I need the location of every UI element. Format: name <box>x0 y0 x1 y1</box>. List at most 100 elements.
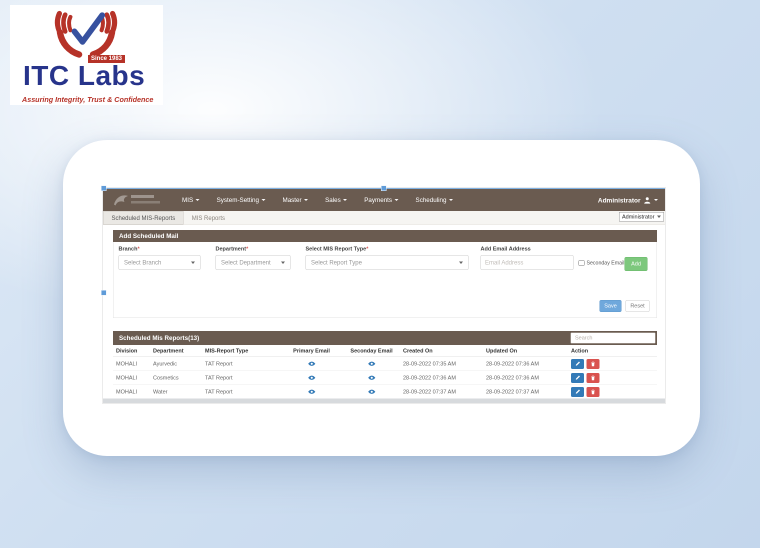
cell-updated-on: 28-09-2022 07:36 AM <box>486 361 571 367</box>
edit-button[interactable] <box>571 373 584 383</box>
cell-created-on: 28-09-2022 07:35 AM <box>403 361 486 367</box>
chevron-down-icon <box>395 199 399 201</box>
menu-payments[interactable]: Payments <box>364 197 398 204</box>
trash-icon <box>591 375 596 381</box>
report-type-select[interactable]: Select Report Type <box>306 255 469 270</box>
selection-handle <box>102 186 107 191</box>
main-menu: MIS System-Setting Master Sales Payments… <box>182 197 453 204</box>
chevron-down-icon <box>449 199 453 201</box>
pencil-icon <box>575 361 581 367</box>
menu-sales[interactable]: Sales <box>325 197 347 204</box>
cell-department: Ayurvedic <box>153 361 205 367</box>
cell-division: MOHALI <box>116 361 153 367</box>
required-mark: * <box>246 246 248 252</box>
email-field-group: Add Email Address <box>481 246 574 270</box>
menu-master[interactable]: Master <box>283 197 309 204</box>
selection-handle <box>382 186 387 191</box>
secondary-email-eye[interactable] <box>340 389 403 395</box>
pencil-icon <box>575 389 581 395</box>
cell-action <box>571 387 657 397</box>
search-input[interactable] <box>571 333 656 344</box>
cell-action <box>571 373 657 383</box>
add-scheduled-mail-panel: Add Scheduled Mail Branch* Select Branch… <box>113 230 657 318</box>
brand-logo <box>110 192 169 209</box>
company-name: ITC Labs <box>23 60 145 92</box>
add-button[interactable]: Add <box>625 257 648 271</box>
edit-button[interactable] <box>571 387 584 397</box>
primary-email-eye[interactable] <box>283 375 340 381</box>
company-logo: Since 1983 ITC Labs Assuring Integrity, … <box>10 5 163 105</box>
eye-icon <box>367 375 376 381</box>
chevron-down-icon <box>343 199 347 201</box>
email-input[interactable] <box>481 255 574 270</box>
user-name: Administrator <box>598 196 641 204</box>
chevron-down-icon <box>262 199 266 201</box>
menu-mis[interactable]: MIS <box>182 197 200 204</box>
required-mark: * <box>366 246 368 252</box>
cell-department: Water <box>153 389 205 395</box>
delete-button[interactable] <box>587 373 600 383</box>
hands-check-logo-icon <box>40 6 132 58</box>
department-field: Department* Select Department <box>216 246 291 270</box>
secondary-email-eye[interactable] <box>340 361 403 367</box>
chevron-down-icon <box>281 261 285 264</box>
user-icon <box>644 196 652 204</box>
eye-icon <box>307 389 316 395</box>
chevron-down-icon <box>654 199 658 201</box>
tab-scheduled-mis-reports[interactable]: Scheduled MIS-Reports <box>103 211 184 225</box>
cell-report-type: TAT Report <box>205 361 283 367</box>
edit-button[interactable] <box>571 359 584 369</box>
table-title: Scheduled Mis Reports(13) <box>119 335 199 342</box>
pencil-icon <box>575 375 581 381</box>
eye-icon <box>307 361 316 367</box>
save-button[interactable]: Save <box>600 300 622 312</box>
cell-created-on: 28-09-2022 07:36 AM <box>403 375 486 381</box>
department-select[interactable]: Select Department <box>216 255 291 270</box>
chevron-down-icon <box>459 261 463 264</box>
chevron-down-icon <box>191 261 195 264</box>
app-navbar: MIS System-Setting Master Sales Payments… <box>103 189 665 211</box>
chevron-down-icon <box>196 199 200 201</box>
eye-icon <box>367 389 376 395</box>
horizontal-scrollbar[interactable] <box>103 399 665 404</box>
cell-updated-on: 28-09-2022 07:36 AM <box>486 375 571 381</box>
selection-handle <box>102 291 107 296</box>
cell-action <box>571 359 657 369</box>
col-created-on: Created On <box>403 348 486 354</box>
secondary-email-eye[interactable] <box>340 375 403 381</box>
secondary-email-checkbox[interactable]: Seconday Email <box>579 260 625 266</box>
col-primary-email: Primary Email <box>283 348 340 354</box>
menu-scheduling[interactable]: Scheduling <box>416 197 453 204</box>
col-secondary-email: Seconday Email <box>340 348 403 354</box>
tab-bar: Scheduled MIS-Reports MIS Reports <box>103 211 665 225</box>
app-screenshot: MIS System-Setting Master Sales Payments… <box>103 188 665 403</box>
cell-report-type: TAT Report <box>205 389 283 395</box>
cell-created-on: 28-09-2022 07:37 AM <box>403 389 486 395</box>
delete-button[interactable] <box>587 387 600 397</box>
table-row: MOHALI Ayurvedic TAT Report 28-09-2022 0… <box>113 357 657 371</box>
eye-icon <box>307 375 316 381</box>
col-division: Division <box>116 348 153 354</box>
col-department: Department <box>153 348 205 354</box>
primary-email-eye[interactable] <box>283 361 340 367</box>
table-row: MOHALI Water TAT Report 28-09-2022 07:37… <box>113 385 657 399</box>
tab-mis-reports[interactable]: MIS Reports <box>184 211 233 225</box>
trash-icon <box>591 389 596 395</box>
col-updated-on: Updated On <box>486 348 571 354</box>
cell-report-type: TAT Report <box>205 375 283 381</box>
branch-select[interactable]: Select Branch <box>119 255 201 270</box>
panel-title: Add Scheduled Mail <box>113 230 657 242</box>
table-body: MOHALI Ayurvedic TAT Report 28-09-2022 0… <box>113 357 657 399</box>
col-action: Action <box>571 348 657 354</box>
menu-system-setting[interactable]: System-Setting <box>217 197 266 204</box>
delete-button[interactable] <box>587 359 600 369</box>
user-menu[interactable]: Administrator <box>598 196 658 204</box>
reset-button[interactable]: Reset <box>626 300 650 312</box>
user-role-select[interactable]: Administrator <box>619 212 664 222</box>
checkbox-icon[interactable] <box>579 260 585 266</box>
cell-updated-on: 28-09-2022 07:37 AM <box>486 389 571 395</box>
primary-email-eye[interactable] <box>283 389 340 395</box>
scheduled-reports-panel: Scheduled Mis Reports(13) Division Depar… <box>113 331 657 399</box>
chevron-down-icon <box>304 199 308 201</box>
company-tagline: Assuring Integrity, Trust & Confidence <box>22 95 153 104</box>
